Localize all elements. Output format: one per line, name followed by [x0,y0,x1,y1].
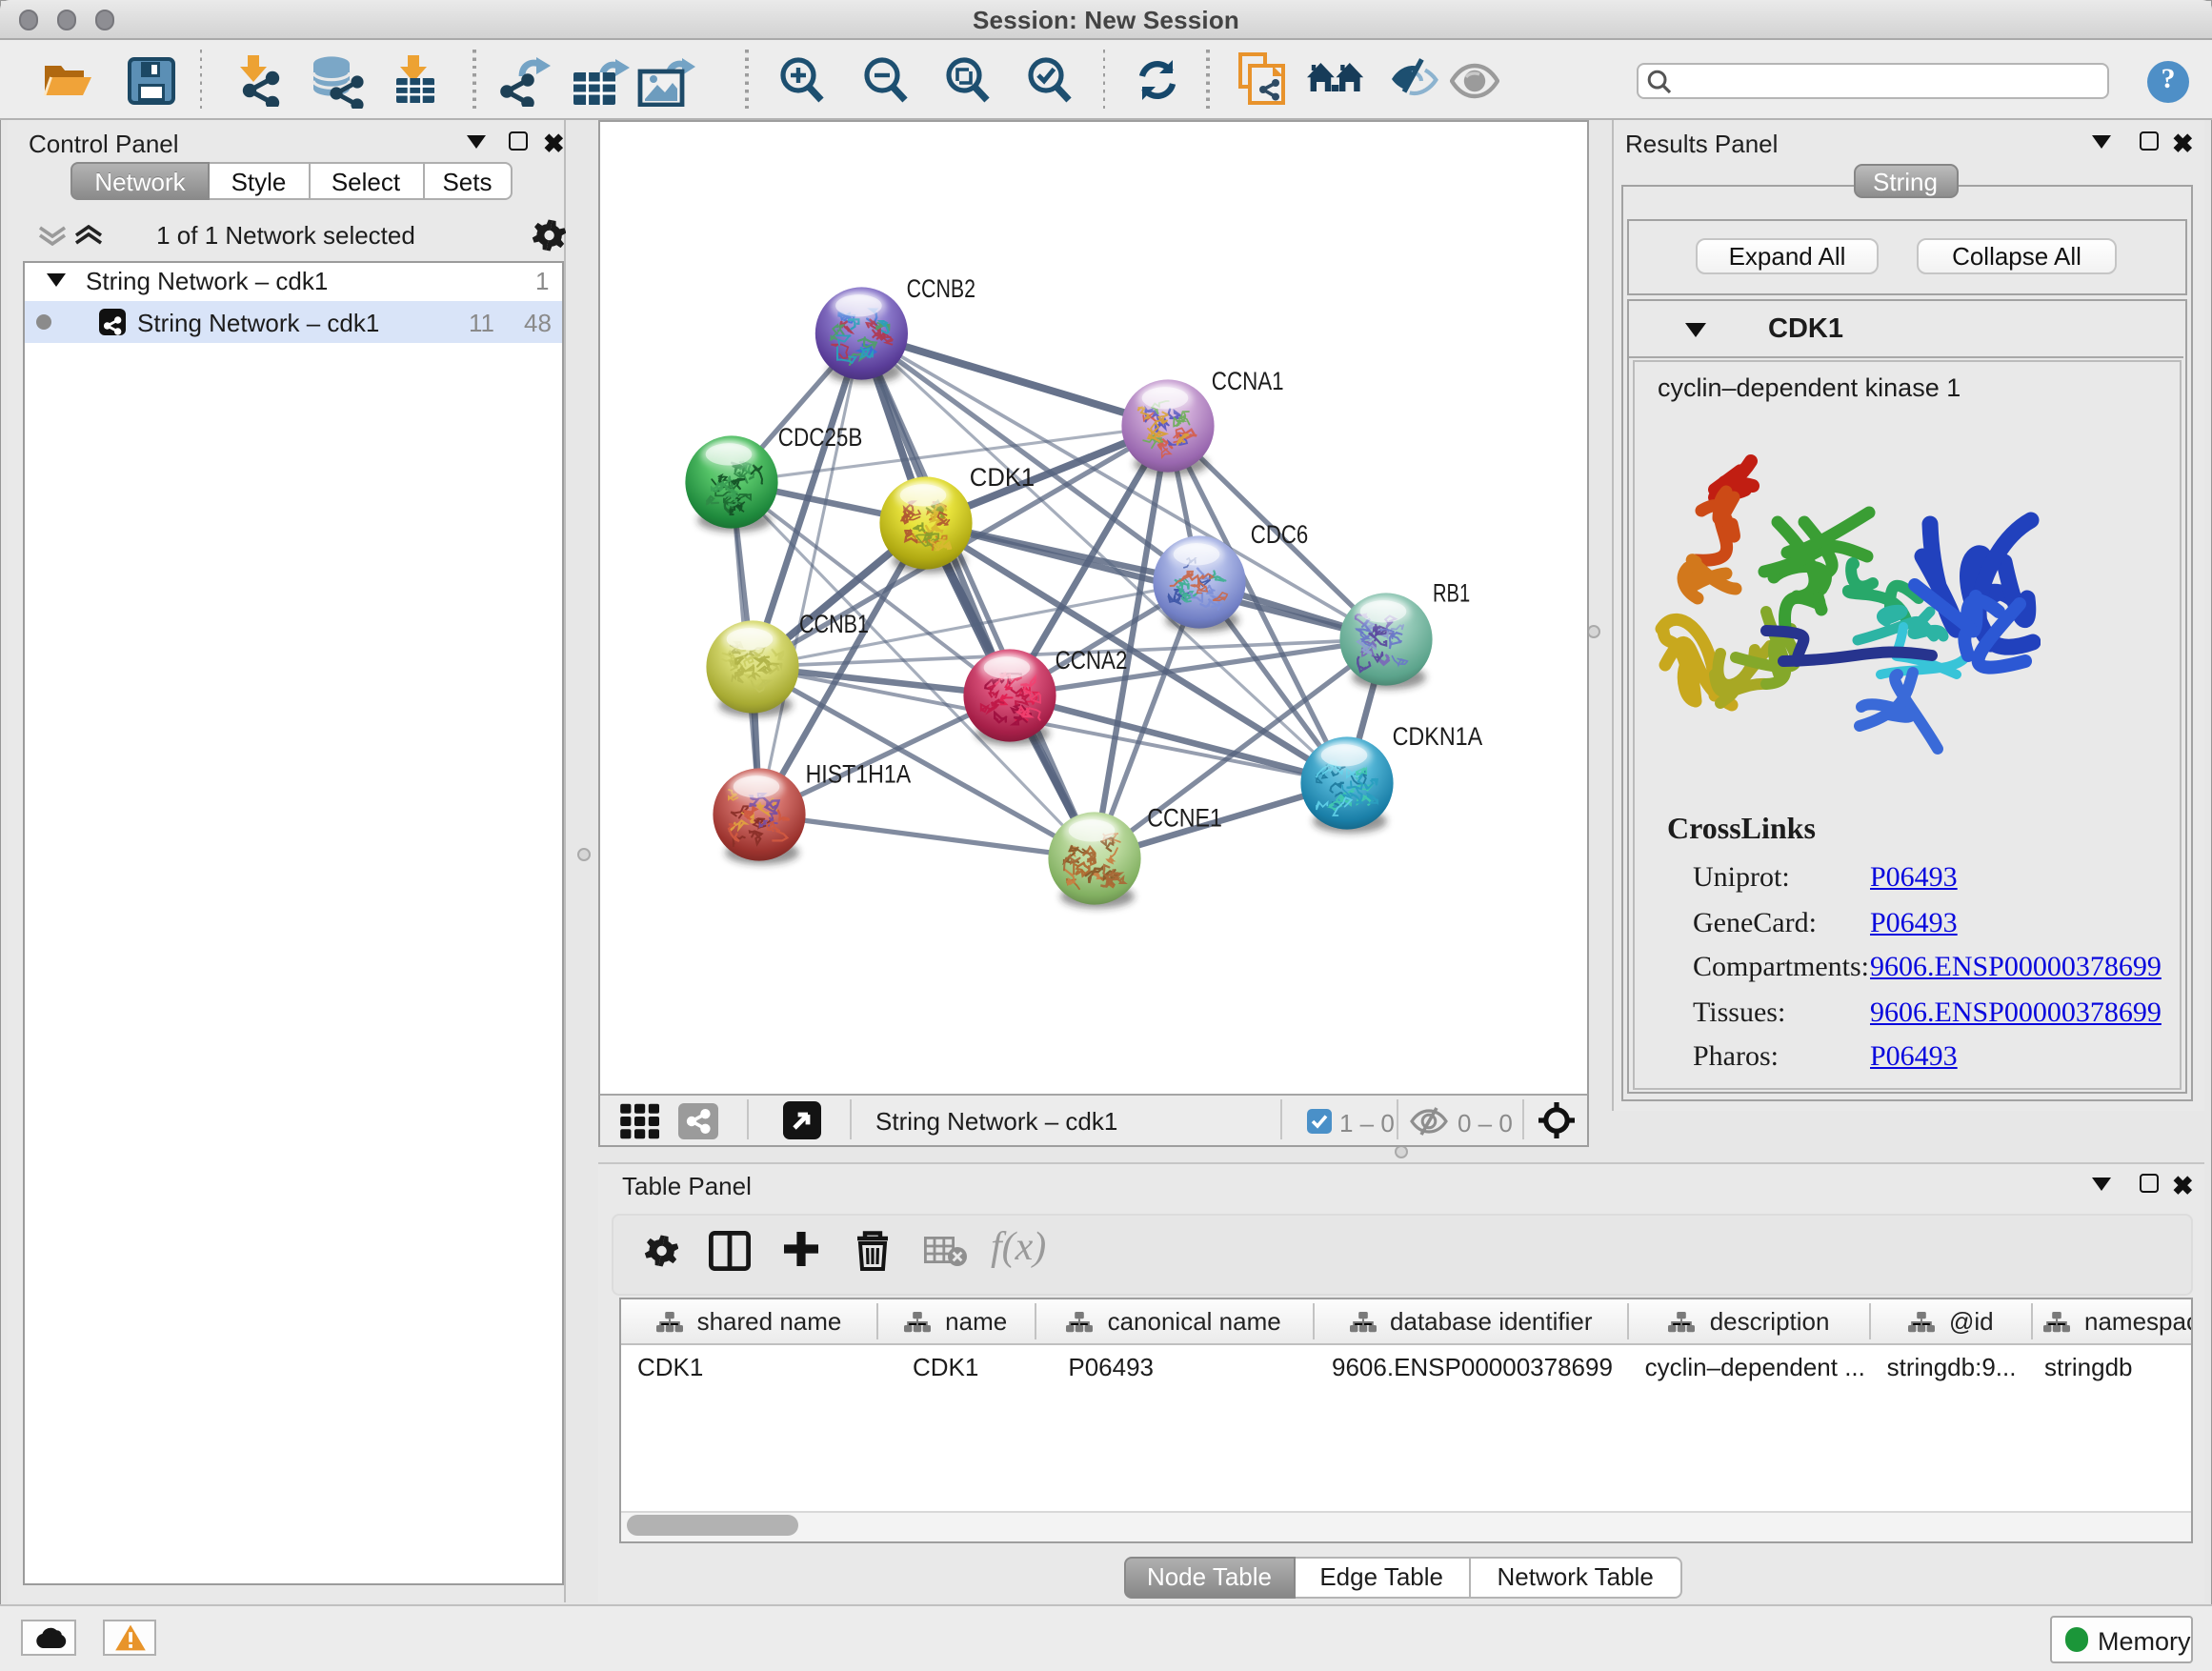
svg-text:CDC6: CDC6 [1250,519,1307,548]
svg-text:HIST1H1A: HIST1H1A [805,759,911,788]
svg-text:CDKN1A: CDKN1A [1392,721,1482,750]
svg-text:CDC25B: CDC25B [777,422,862,451]
svg-text:CCNA2: CCNA2 [1055,645,1127,674]
svg-text:CCNB1: CCNB1 [798,609,868,637]
svg-text:CCNA1: CCNA1 [1211,366,1283,394]
svg-text:CDK1: CDK1 [969,462,1034,491]
svg-text:CCNB2: CCNB2 [906,273,975,302]
svg-text:RB1: RB1 [1432,577,1469,606]
svg-text:CCNE1: CCNE1 [1146,802,1221,831]
